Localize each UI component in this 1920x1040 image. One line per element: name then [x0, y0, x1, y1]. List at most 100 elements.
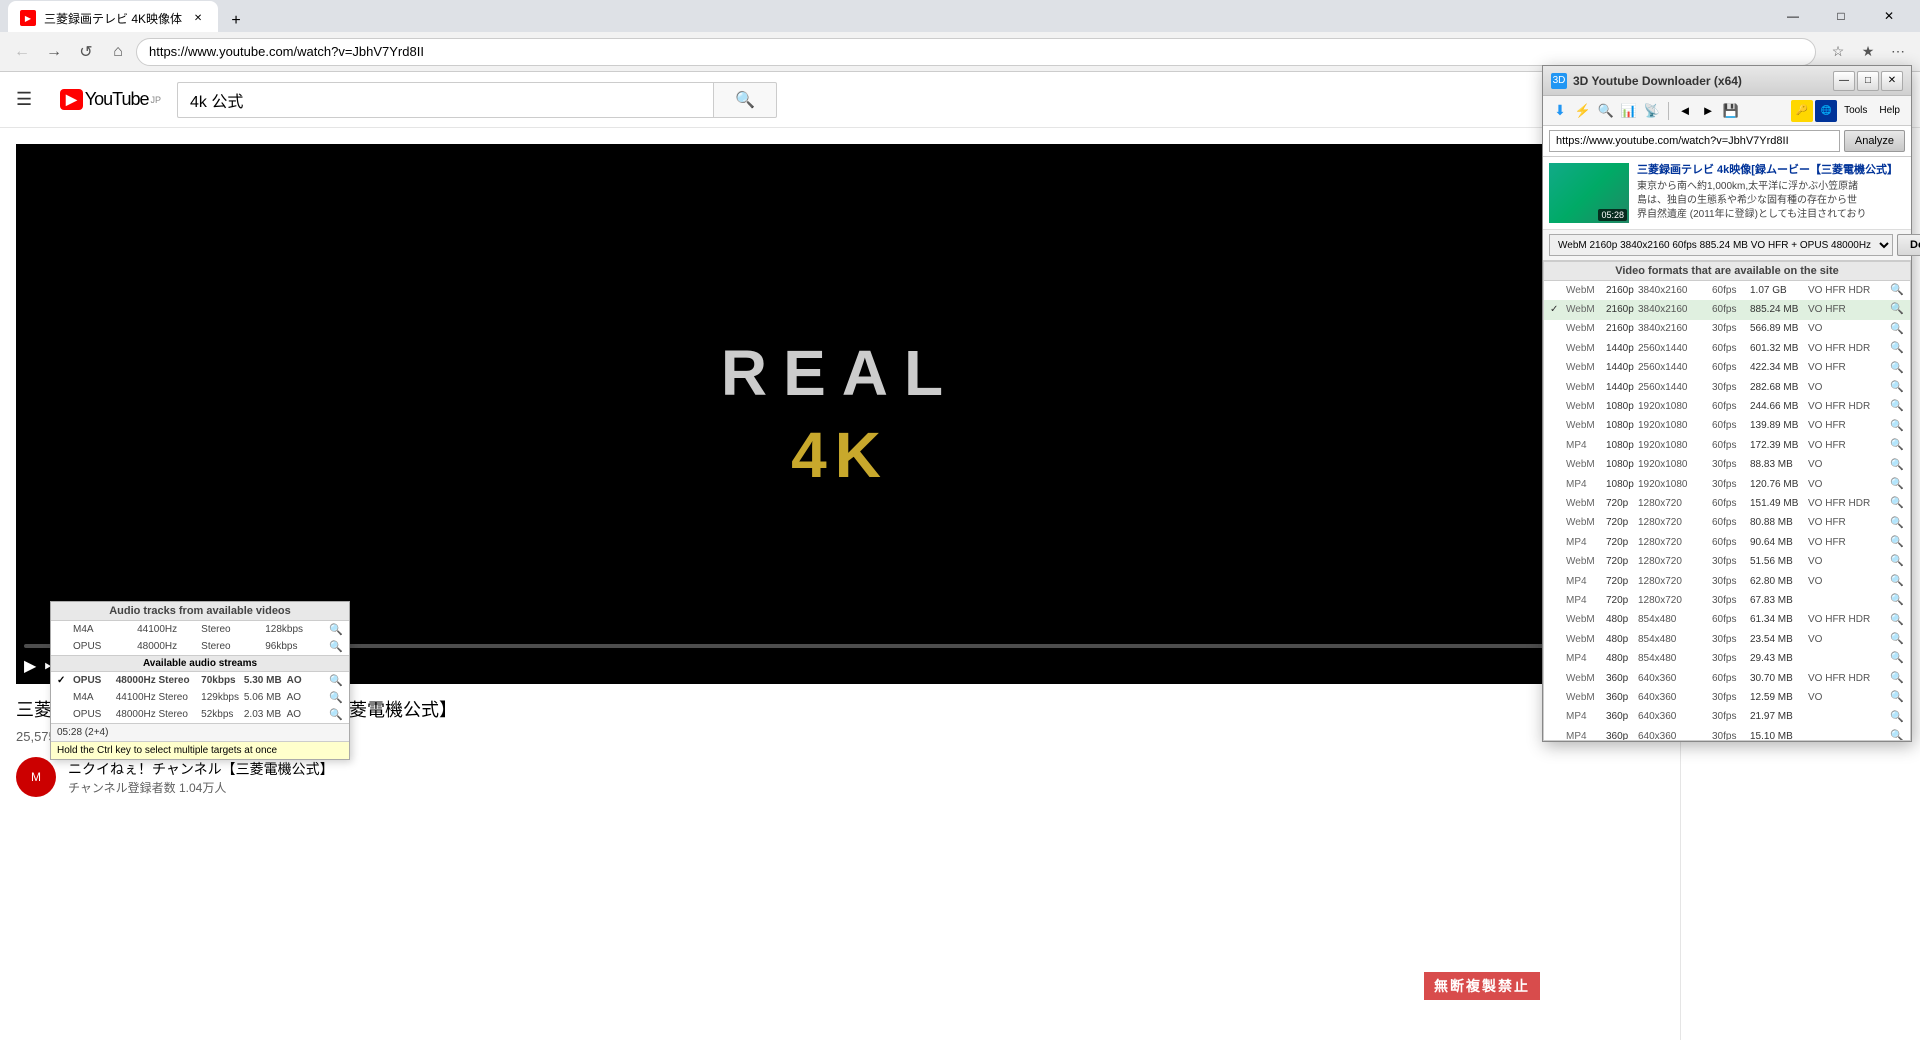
audio-stream-opus-3[interactable]: OPUS 48000Hz Stereo 52kbps 2.03 MB AO 🔍 [51, 706, 349, 723]
format-zoom-22[interactable]: 🔍 [1890, 710, 1904, 725]
format-item-2[interactable]: WebM 2160p 3840x2160 30fps 566.89 MB VO … [1544, 320, 1910, 339]
address-bar[interactable] [136, 38, 1816, 66]
audio-stream-zoom-1[interactable]: 🔍 [329, 674, 343, 687]
format-item-10[interactable]: MP4 1080p 1920x1080 30fps 120.76 MB VO 🔍 [1544, 475, 1910, 494]
play-button[interactable]: ▶ [24, 656, 36, 676]
format-item-20[interactable]: WebM 360p 640x360 60fps 30.70 MB VO HFR … [1544, 669, 1910, 688]
format-item-21[interactable]: WebM 360p 640x360 30fps 12.59 MB VO 🔍 [1544, 688, 1910, 707]
format-item-13[interactable]: MP4 720p 1280x720 60fps 90.64 MB VO HFR … [1544, 533, 1910, 552]
format-item-11[interactable]: WebM 720p 1280x720 60fps 151.49 MB VO HF… [1544, 494, 1910, 513]
bookmark-icon[interactable]: ☆ [1824, 38, 1852, 66]
format-item-9[interactable]: WebM 1080p 1920x1080 30fps 88.83 MB VO 🔍 [1544, 456, 1910, 475]
format-zoom-19[interactable]: 🔍 [1890, 651, 1904, 666]
hamburger-menu-icon[interactable]: ☰ [16, 89, 44, 110]
format-item-23[interactable]: MP4 360p 640x360 30fps 15.10 MB 🔍 [1544, 727, 1910, 741]
format-item-3[interactable]: WebM 1440p 2560x1440 60fps 601.32 MB VO … [1544, 339, 1910, 358]
format-item-16[interactable]: MP4 720p 1280x720 30fps 67.83 MB 🔍 [1544, 591, 1910, 610]
format-zoom-21[interactable]: 🔍 [1890, 690, 1904, 705]
format-zoom-1[interactable]: 🔍 [1890, 302, 1904, 317]
format-item-15[interactable]: MP4 720p 1280x720 30fps 62.80 MB VO 🔍 [1544, 572, 1910, 591]
dl-download-tool-button[interactable]: ⬇ [1549, 100, 1571, 122]
format-item-14[interactable]: WebM 720p 1280x720 30fps 51.56 MB VO 🔍 [1544, 552, 1910, 571]
format-fmt-1: WebM [1566, 303, 1604, 317]
dl-format-select[interactable]: WebM 2160p 3840x2160 60fps 885.24 MB VO … [1549, 234, 1893, 256]
new-tab-button[interactable]: + [222, 7, 250, 35]
dl-search-button[interactable]: 🔍 [1595, 100, 1617, 122]
audio-track-zoom-2[interactable]: 🔍 [329, 640, 343, 653]
format-zoom-4[interactable]: 🔍 [1890, 361, 1904, 376]
format-zoom-9[interactable]: 🔍 [1890, 458, 1904, 473]
dl-rss-button[interactable]: 📡 [1641, 100, 1663, 122]
dl-download-button[interactable]: Download [1897, 234, 1920, 256]
dl-url-input[interactable] [1549, 130, 1840, 152]
format-zoom-11[interactable]: 🔍 [1890, 496, 1904, 511]
back-button[interactable]: ← [8, 38, 36, 66]
dl-help-button[interactable]: Help [1874, 100, 1905, 122]
format-zoom-7[interactable]: 🔍 [1890, 419, 1904, 434]
audio-stream-m4a-2[interactable]: M4A 44100Hz Stereo 129kbps 5.06 MB AO 🔍 [51, 689, 349, 706]
format-zoom-18[interactable]: 🔍 [1890, 632, 1904, 647]
audio-stream-zoom-3[interactable]: 🔍 [329, 708, 343, 721]
format-zoom-12[interactable]: 🔍 [1890, 516, 1904, 531]
format-zoom-6[interactable]: 🔍 [1890, 399, 1904, 414]
maximize-button[interactable]: □ [1818, 0, 1864, 32]
format-zoom-14[interactable]: 🔍 [1890, 554, 1904, 569]
format-zoom-5[interactable]: 🔍 [1890, 380, 1904, 395]
search-input[interactable] [177, 82, 713, 118]
audio-track-m4a[interactable]: M4A 44100Hz Stereo 128kbps 🔍 [51, 621, 349, 638]
dl-chart-button[interactable]: 📊 [1618, 100, 1640, 122]
format-zoom-3[interactable]: 🔍 [1890, 341, 1904, 356]
format-dim-0: 3840x2160 [1638, 284, 1710, 298]
audio-track-opus[interactable]: OPUS 48000Hz Stereo 96kbps 🔍 [51, 638, 349, 655]
format-item-8[interactable]: MP4 1080p 1920x1080 60fps 172.39 MB VO H… [1544, 436, 1910, 455]
audio-stream-opus-1[interactable]: ✓ OPUS 48000Hz Stereo 70kbps 5.30 MB AO … [51, 672, 349, 689]
channel-name[interactable]: ニクイねぇ！チャンネル【三菱電機公式】 [68, 759, 334, 779]
format-item-5[interactable]: WebM 1440p 2560x1440 30fps 282.68 MB VO … [1544, 378, 1910, 397]
format-zoom-16[interactable]: 🔍 [1890, 593, 1904, 608]
dl-tools-button[interactable]: Tools [1839, 100, 1872, 122]
format-item-0[interactable]: WebM 2160p 3840x2160 60fps 1.07 GB VO HF… [1544, 281, 1910, 300]
format-item-19[interactable]: MP4 480p 854x480 30fps 29.43 MB 🔍 [1544, 649, 1910, 668]
tab-close-button[interactable]: ✕ [190, 10, 206, 26]
format-zoom-23[interactable]: 🔍 [1890, 729, 1904, 741]
refresh-button[interactable]: ↺ [72, 38, 100, 66]
format-zoom-0[interactable]: 🔍 [1890, 283, 1904, 298]
minimize-button[interactable]: — [1770, 0, 1816, 32]
dl-close-button[interactable]: ✕ [1881, 71, 1903, 91]
format-zoom-10[interactable]: 🔍 [1890, 477, 1904, 492]
format-item-18[interactable]: WebM 480p 854x480 30fps 23.54 MB VO 🔍 [1544, 630, 1910, 649]
settings-icon[interactable]: ⋯ [1884, 38, 1912, 66]
format-zoom-13[interactable]: 🔍 [1890, 535, 1904, 550]
format-zoom-8[interactable]: 🔍 [1890, 438, 1904, 453]
dl-flash-button[interactable]: ⚡ [1572, 100, 1594, 122]
dl-key-button[interactable]: 🔑 [1791, 100, 1813, 122]
format-zoom-2[interactable]: 🔍 [1890, 322, 1904, 337]
dl-maximize-button[interactable]: □ [1857, 71, 1879, 91]
audio-track-zoom-1[interactable]: 🔍 [329, 623, 343, 636]
audio-track-br-2: 96kbps [265, 641, 327, 652]
audio-stream-br-2: 129kbps [201, 692, 242, 703]
audio-stream-zoom-2[interactable]: 🔍 [329, 691, 343, 704]
format-item-12[interactable]: WebM 720p 1280x720 60fps 80.88 MB VO HFR… [1544, 514, 1910, 533]
forward-button[interactable]: → [40, 38, 68, 66]
format-item-7[interactable]: WebM 1080p 1920x1080 60fps 139.89 MB VO … [1544, 417, 1910, 436]
dl-minimize-button[interactable]: — [1833, 71, 1855, 91]
format-item-6[interactable]: WebM 1080p 1920x1080 60fps 244.66 MB VO … [1544, 397, 1910, 416]
close-button[interactable]: ✕ [1866, 0, 1912, 32]
format-item-4[interactable]: WebM 1440p 2560x1440 60fps 422.34 MB VO … [1544, 359, 1910, 378]
format-item-17[interactable]: WebM 480p 854x480 60fps 61.34 MB VO HFR … [1544, 611, 1910, 630]
dl-flag-button[interactable]: 🌐 [1815, 100, 1837, 122]
active-tab[interactable]: 三菱録画テレビ 4K映像体 ✕ [8, 1, 218, 35]
dl-save-button[interactable]: 💾 [1720, 100, 1742, 122]
format-item-22[interactable]: MP4 360p 640x360 30fps 21.97 MB 🔍 [1544, 708, 1910, 727]
dl-analyze-button[interactable]: Analyze [1844, 130, 1905, 152]
home-button[interactable]: ⌂ [104, 38, 132, 66]
dl-forward-nav-button[interactable]: ► [1697, 100, 1719, 122]
format-zoom-20[interactable]: 🔍 [1890, 671, 1904, 686]
favorites-icon[interactable]: ★ [1854, 38, 1882, 66]
format-zoom-15[interactable]: 🔍 [1890, 574, 1904, 589]
format-item-1[interactable]: ✓ WebM 2160p 3840x2160 60fps 885.24 MB V… [1544, 300, 1910, 319]
dl-back-nav-button[interactable]: ◄ [1674, 100, 1696, 122]
search-button[interactable]: 🔍 [713, 82, 777, 118]
format-zoom-17[interactable]: 🔍 [1890, 613, 1904, 628]
